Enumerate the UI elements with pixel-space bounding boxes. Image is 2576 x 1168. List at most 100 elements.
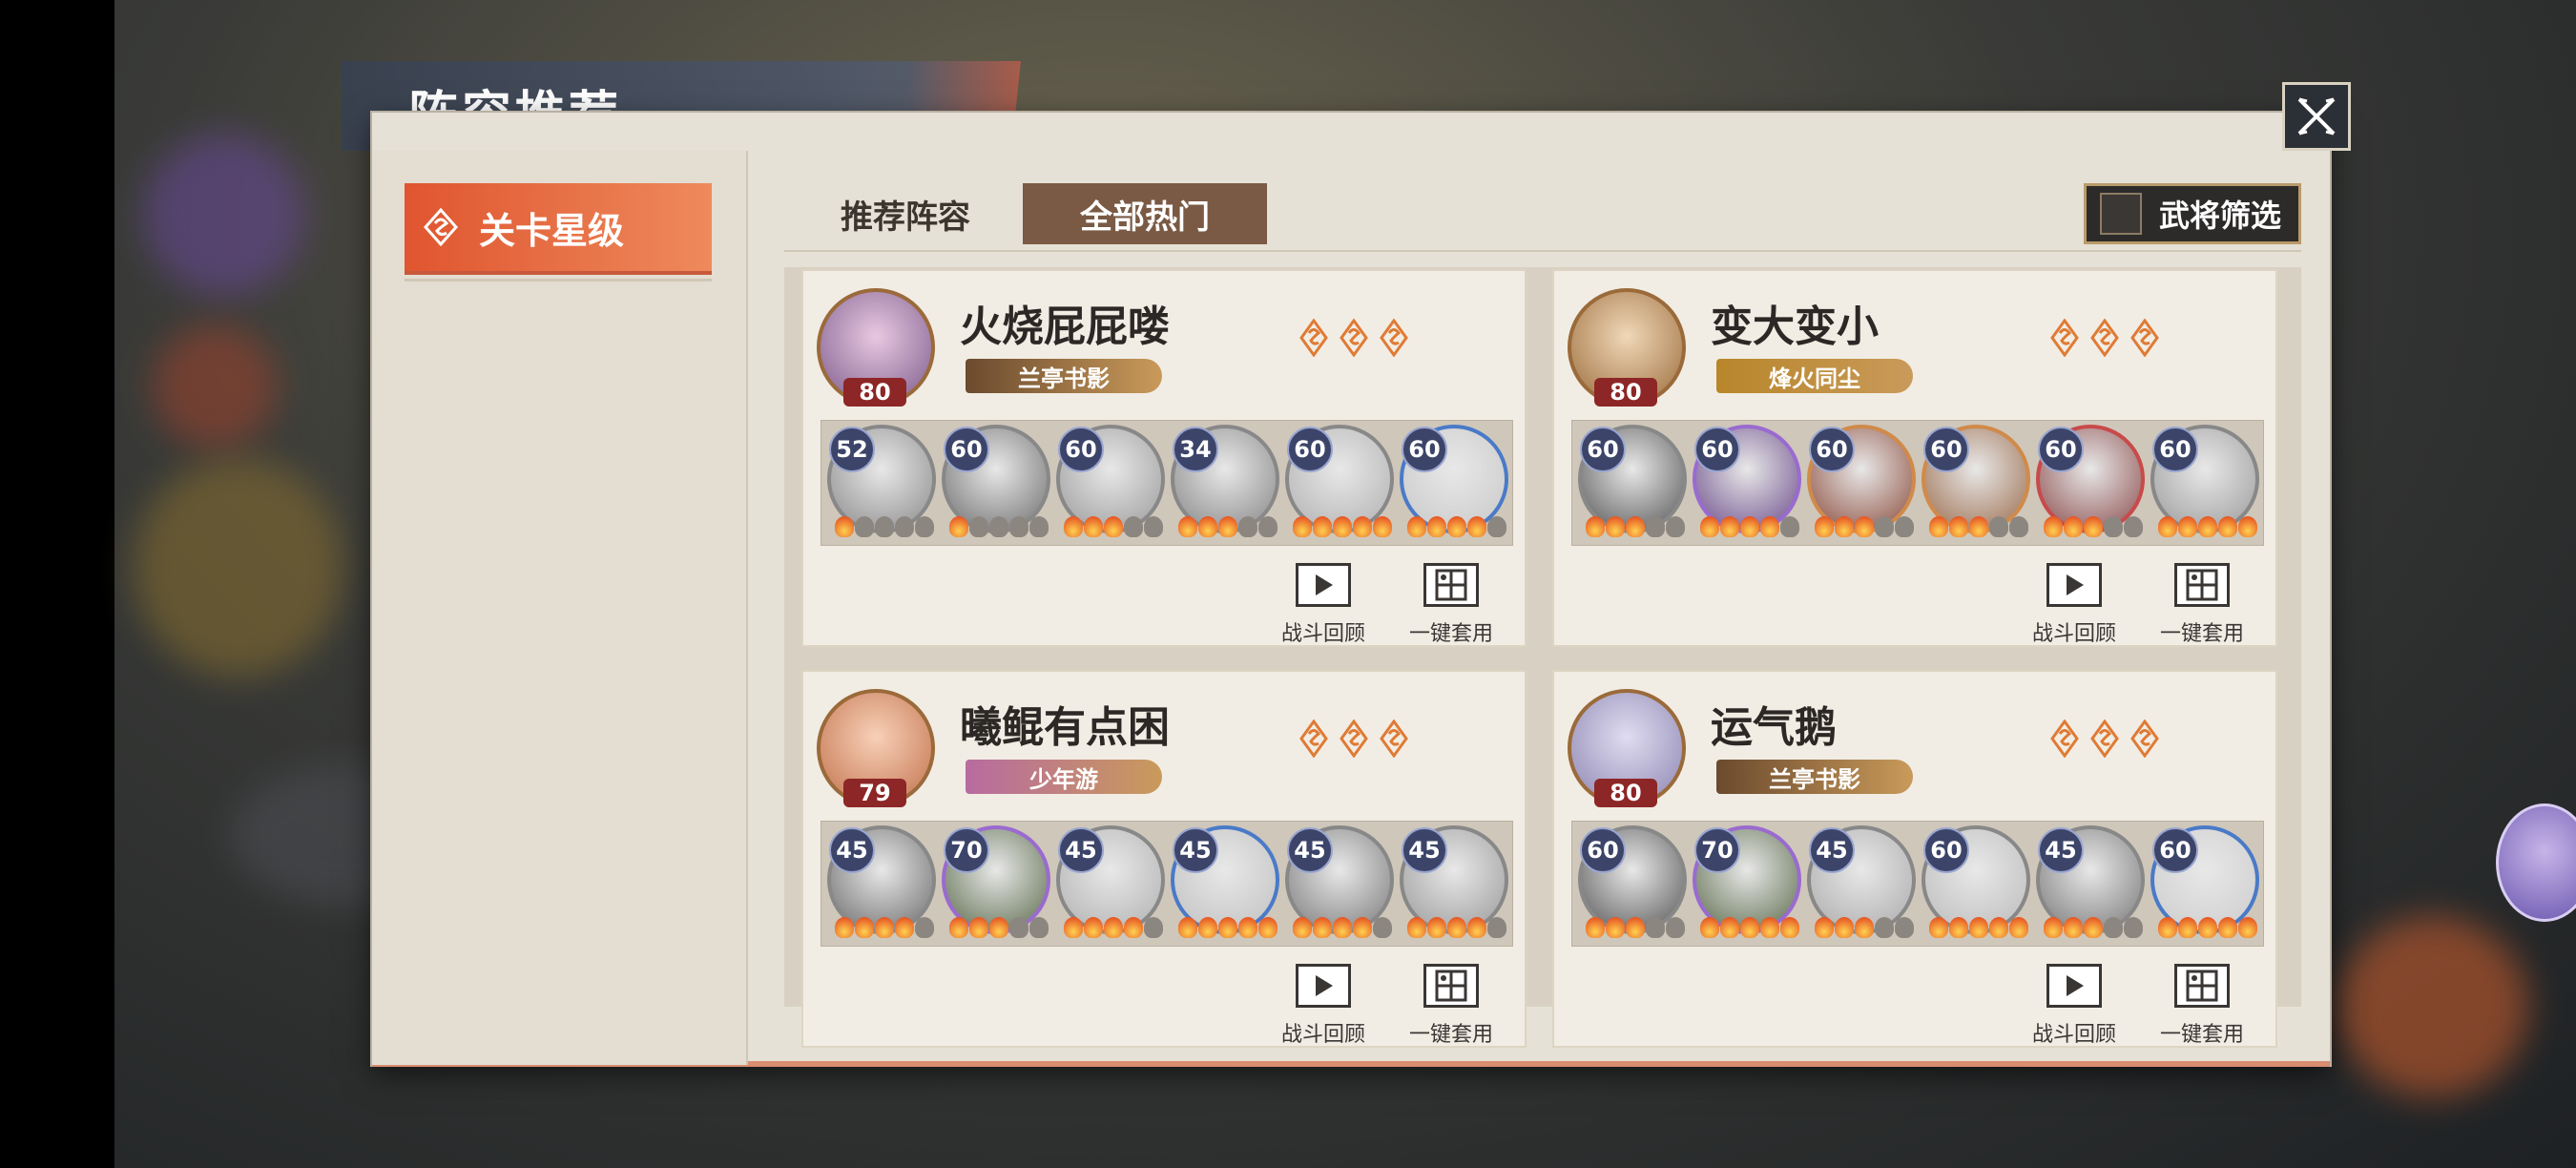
- hero-portrait[interactable]: 60: [1056, 425, 1165, 537]
- hero-portrait[interactable]: 60: [2036, 425, 2145, 537]
- play-icon: [2046, 563, 2102, 607]
- hero-portrait[interactable]: 34: [1171, 425, 1279, 537]
- flame-icon: [1178, 516, 1197, 537]
- tabs-divider: [784, 250, 2301, 252]
- battle-replay-button[interactable]: 战斗回顾: [2022, 964, 2127, 1047]
- hero-portrait[interactable]: 45: [1171, 825, 1279, 938]
- flame-icon: [895, 516, 914, 537]
- flame-icon: [1029, 516, 1049, 537]
- player-name: 运气鹅: [1711, 703, 1837, 752]
- player-name: 火烧屁屁喽: [960, 302, 1170, 351]
- close-button[interactable]: [2282, 82, 2351, 151]
- hero-portrait[interactable]: 60: [1578, 425, 1687, 537]
- flame-icon: [1333, 516, 1352, 537]
- star-icon: [1380, 318, 1408, 358]
- flame-icon: [1815, 516, 1834, 537]
- hero-portrait[interactable]: 60: [1400, 425, 1508, 537]
- hero-level-badge: 60: [1287, 427, 1333, 472]
- lineup-card[interactable]: 80 运气鹅 兰亭书影 60 70 45 60 45 60 战斗回顾 一键套用: [1552, 670, 2277, 1048]
- hero-portrait[interactable]: 60: [1922, 825, 2030, 938]
- flame-icon: [1064, 516, 1083, 537]
- flame-icon: [1313, 917, 1332, 938]
- title-tag: 少年游: [966, 760, 1162, 794]
- flame-icon: [2064, 917, 2083, 938]
- hero-portrait[interactable]: 70: [1693, 825, 1801, 938]
- flame-icon: [895, 917, 914, 938]
- filter-label: 武将筛选: [2159, 198, 2282, 234]
- flame-icon: [2084, 516, 2103, 537]
- hero-portrait[interactable]: 60: [1285, 425, 1394, 537]
- apply-lineup-button[interactable]: 一键套用: [2150, 563, 2254, 645]
- flame-icon: [1104, 917, 1123, 938]
- hero-portrait[interactable]: 60: [2150, 825, 2259, 938]
- flame-icon: [875, 516, 894, 537]
- hero-level-badge: 60: [1694, 427, 1740, 472]
- hero-portrait[interactable]: 60: [1807, 425, 1916, 537]
- player-level-badge: 80: [1594, 779, 1657, 807]
- filter-checkbox[interactable]: [2100, 193, 2142, 235]
- apply-lineup-button[interactable]: 一键套用: [1399, 964, 1504, 1046]
- lineup-card[interactable]: 80 火烧屁屁喽 兰亭书影 52 60 60 34 60 60 战斗回顾 一键套用: [801, 269, 1527, 647]
- hero-star-flames: [1929, 917, 2028, 938]
- hero-portrait[interactable]: 60: [942, 425, 1050, 537]
- battle-replay-button[interactable]: 战斗回顾: [2022, 563, 2127, 645]
- tab-recommended-lineup[interactable]: 推荐阵容: [819, 183, 992, 244]
- flame-icon: [1929, 917, 1948, 938]
- flame-icon: [1084, 917, 1103, 938]
- flame-icon: [1780, 516, 1799, 537]
- hero-level-badge: 45: [1058, 827, 1104, 873]
- hero-star-flames: [1064, 917, 1163, 938]
- flame-icon: [1447, 516, 1466, 537]
- battle-replay-label: 战斗回顾: [2031, 1023, 2116, 1047]
- hero-portrait[interactable]: 52: [827, 425, 936, 537]
- hero-star-flames: [949, 516, 1049, 537]
- tab-all-popular[interactable]: 全部热门: [1023, 183, 1267, 244]
- apply-lineup-button[interactable]: 一键套用: [2150, 964, 2254, 1046]
- hero-portrait[interactable]: 70: [942, 825, 1050, 938]
- flame-icon: [1855, 516, 1874, 537]
- hero-level-badge: 60: [1580, 827, 1626, 873]
- flame-icon: [1949, 917, 1968, 938]
- hero-portrait[interactable]: 45: [1056, 825, 1165, 938]
- flame-icon: [2104, 917, 2123, 938]
- hero-portrait[interactable]: 60: [1578, 825, 1687, 938]
- hero-portrait[interactable]: 45: [2036, 825, 2145, 938]
- flame-icon: [1353, 917, 1372, 938]
- star-rating: [2050, 318, 2159, 358]
- flame-icon: [2124, 516, 2143, 537]
- hero-lineup: 60 60 60 60 60 60: [1571, 420, 2264, 546]
- flame-icon: [875, 917, 894, 938]
- hero-star-flames: [1407, 917, 1506, 938]
- lineup-card[interactable]: 79 曦鲲有点困 少年游 45 70 45 45 45 45 战斗回顾 一键套用: [801, 670, 1527, 1048]
- flame-icon: [1218, 516, 1237, 537]
- battle-replay-button[interactable]: 战斗回顾: [1271, 964, 1376, 1046]
- star-icon: [1340, 318, 1368, 358]
- hero-portrait[interactable]: 60: [1693, 425, 1801, 537]
- lineup-card[interactable]: 80 变大变小 烽火同尘 60 60 60 60 60 60 战斗回顾 一键套用: [1552, 269, 2277, 647]
- flame-icon: [1293, 917, 1312, 938]
- hero-star-flames: [1293, 917, 1392, 938]
- hero-portrait[interactable]: 60: [2150, 425, 2259, 537]
- battle-replay-button[interactable]: 战斗回顾: [1271, 563, 1376, 645]
- hero-portrait[interactable]: 45: [1400, 825, 1508, 938]
- star-icon: [1299, 318, 1328, 358]
- flame-icon: [1009, 516, 1028, 537]
- flame-icon: [2009, 917, 2028, 938]
- flame-icon: [835, 917, 854, 938]
- flame-icon: [1740, 516, 1759, 537]
- flame-icon: [915, 516, 934, 537]
- hero-portrait[interactable]: 45: [1285, 825, 1394, 938]
- hero-filter-button[interactable]: 武将筛选: [2084, 183, 2301, 244]
- hero-portrait[interactable]: 45: [1807, 825, 1916, 938]
- flame-icon: [1835, 516, 1854, 537]
- flame-icon: [835, 516, 854, 537]
- hero-portrait[interactable]: 60: [1922, 425, 2030, 537]
- card-actions: 战斗回顾 一键套用: [1271, 563, 1504, 645]
- flame-icon: [2084, 917, 2103, 938]
- sidebar-item-stage-stars[interactable]: 关卡星级: [405, 183, 712, 275]
- hero-star-flames: [1064, 516, 1163, 537]
- flame-icon: [1586, 917, 1605, 938]
- hero-star-flames: [1586, 917, 1685, 938]
- hero-portrait[interactable]: 45: [827, 825, 936, 938]
- apply-lineup-button[interactable]: 一键套用: [1399, 563, 1504, 645]
